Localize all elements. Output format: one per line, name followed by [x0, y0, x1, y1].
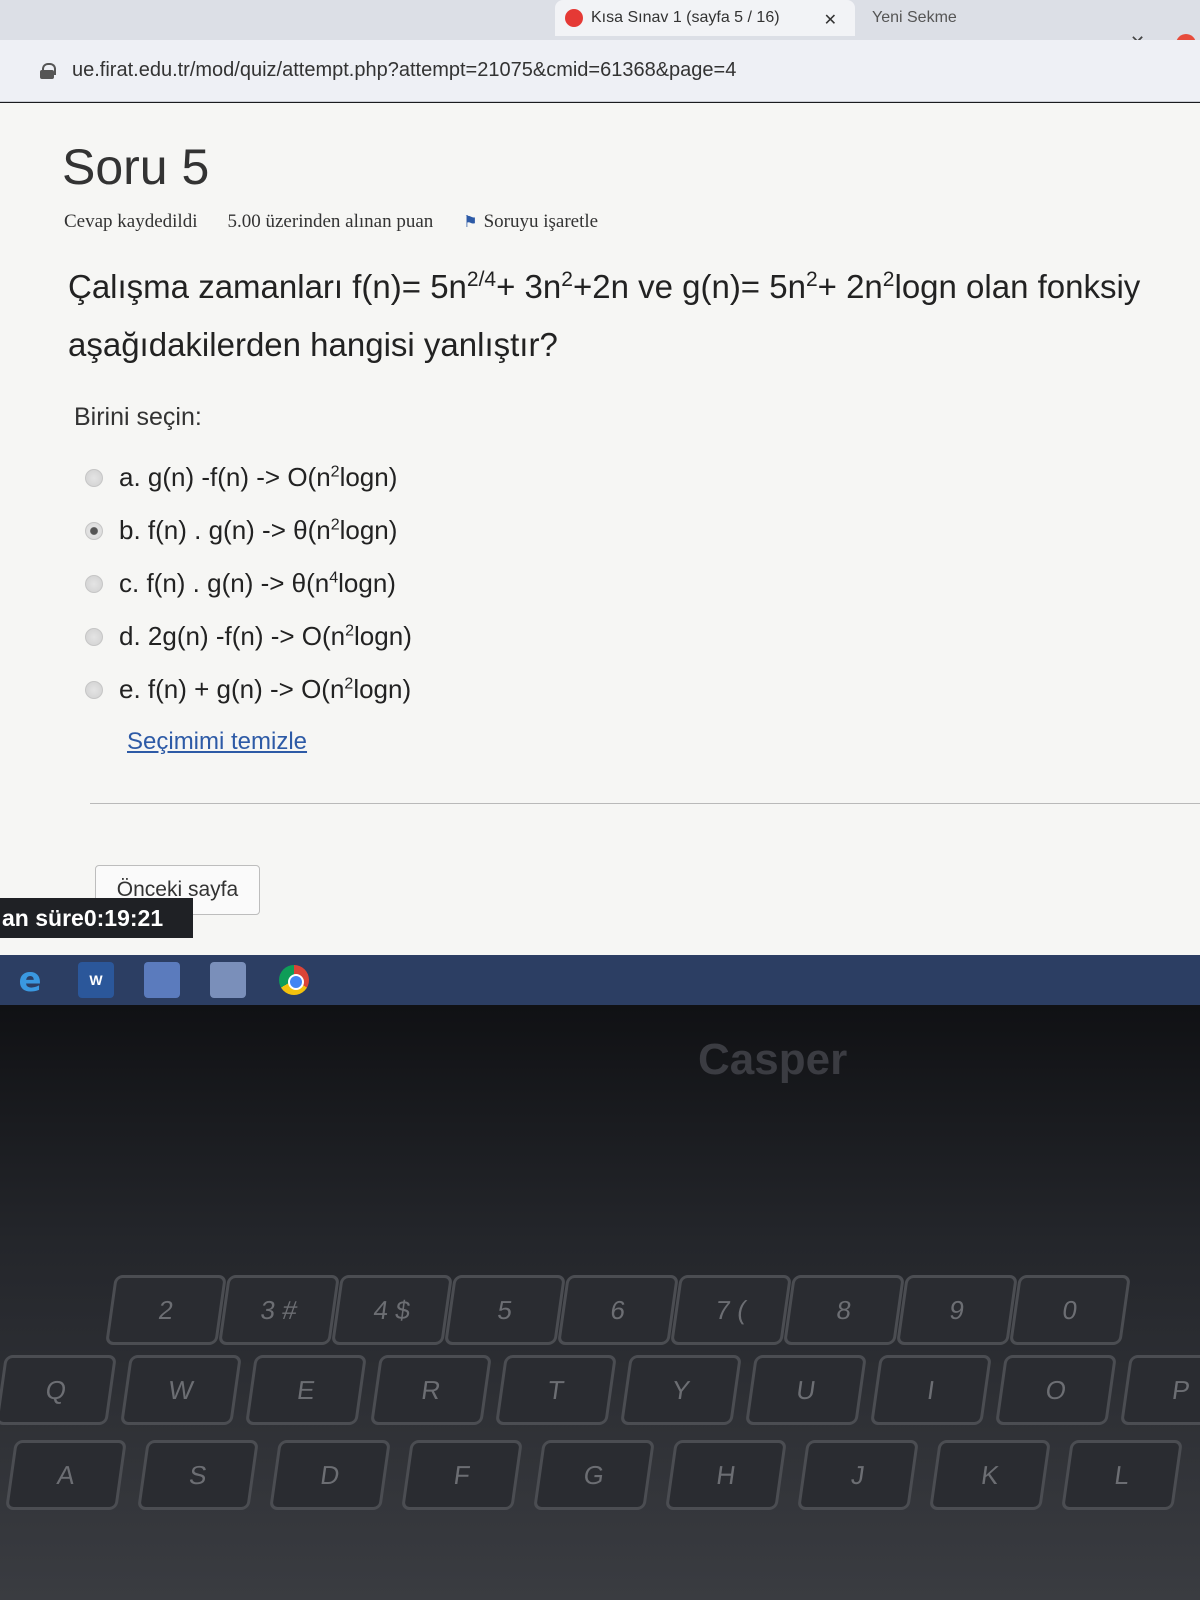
keyboard-key: L: [1061, 1440, 1183, 1510]
favicon-icon: [565, 9, 583, 27]
word-icon[interactable]: W: [78, 962, 114, 998]
option-label: d. 2g(n) -f(n) -> O(n2logn): [119, 621, 412, 651]
divider: [90, 803, 1200, 804]
tab-title-new: Yeni Sekme: [872, 9, 957, 26]
radio-icon[interactable]: [85, 680, 103, 699]
keyboard-key: 9: [896, 1275, 1018, 1345]
keyboard-key: H: [665, 1440, 787, 1510]
taskbar: e W: [0, 955, 1200, 1005]
option-label: b. f(n) . g(n) -> θ(n2logn): [119, 515, 398, 545]
store-icon[interactable]: [144, 962, 180, 998]
keyboard-key: O: [995, 1355, 1117, 1425]
keyboard-key: Y: [620, 1355, 742, 1425]
time-left-value: 0:19:21: [83, 904, 164, 931]
keyboard-key: T: [495, 1355, 617, 1425]
keyboard-key: 5: [444, 1275, 566, 1345]
url-text[interactable]: ue.firat.edu.tr/mod/quiz/attempt.php?att…: [72, 59, 736, 82]
keyboard-key: 7 (: [670, 1275, 792, 1345]
question-info: Cevap kaydedildi 5.00 üzerinden alınan p…: [64, 211, 598, 233]
mail-icon[interactable]: [210, 962, 246, 998]
radio-icon[interactable]: [85, 468, 103, 487]
keyboard-key: W: [120, 1355, 242, 1425]
keyboard-key: D: [269, 1440, 391, 1510]
radio-icon[interactable]: [85, 521, 103, 540]
keyboard-key: 8: [783, 1275, 905, 1345]
answer-option[interactable]: d. 2g(n) -f(n) -> O(n2logn): [85, 610, 412, 663]
keyboard-key: 2: [105, 1275, 227, 1345]
keyboard-key: R: [370, 1355, 492, 1425]
address-bar[interactable]: ue.firat.edu.tr/mod/quiz/attempt.php?att…: [0, 40, 1200, 102]
keyboard-key: P: [1120, 1355, 1200, 1425]
lock-icon: [40, 62, 56, 79]
question-status: Cevap kaydedildi: [64, 211, 198, 232]
keyboard-key: E: [245, 1355, 367, 1425]
answer-option[interactable]: a. g(n) -f(n) -> O(n2logn): [85, 451, 412, 504]
tab-new[interactable]: Yeni Sekme: [870, 0, 1120, 36]
radio-icon[interactable]: [85, 627, 103, 646]
clear-choice-link[interactable]: Seçimimi temizle: [127, 728, 307, 756]
keyboard-key: Q: [0, 1355, 117, 1425]
edge-icon[interactable]: e: [12, 960, 48, 1000]
choose-label: Birini seçin:: [74, 403, 202, 431]
flag-icon: ⚑: [463, 214, 478, 231]
option-label: a. g(n) -f(n) -> O(n2logn): [119, 462, 398, 492]
question-line-1: Çalışma zamanları f(n)= 5n2/4+ 3n2+2n ve…: [68, 268, 1141, 305]
brand-logo: Casper: [698, 1035, 848, 1084]
question-line-2: aşağıdakilerden hangisi yanlıştır?: [68, 326, 558, 363]
keyboard-key: F: [401, 1440, 523, 1510]
keyboard-key: 6: [557, 1275, 679, 1345]
quiz-page: Soru 5 Cevap kaydedildi 5.00 üzerinden a…: [0, 103, 1200, 955]
radio-icon[interactable]: [85, 574, 103, 593]
chrome-icon: [279, 965, 309, 995]
answer-option[interactable]: c. f(n) . g(n) -> θ(n4logn): [85, 557, 412, 610]
keyboard: 23 #4 $5 6 7 (8 9 0 Q W E R T Y U I O P A S D F G H J K L: [0, 1240, 1200, 1600]
photo-screen: Kısa Sınav 1 (sayfa 5 / 16) ✕ Yeni Sekme…: [0, 0, 1200, 1600]
keyboard-key: G: [533, 1440, 655, 1510]
question-grade: 5.00 üzerinden alınan puan: [227, 211, 434, 232]
keyboard-key: 0: [1009, 1275, 1131, 1345]
keyboard-key: S: [137, 1440, 259, 1510]
flag-label: Soruyu işaretle: [483, 211, 599, 232]
answer-options: a. g(n) -f(n) -> O(n2logn) b. f(n) . g(n)…: [85, 451, 412, 716]
answer-option[interactable]: b. f(n) . g(n) -> θ(n2logn): [85, 504, 412, 557]
keyboard-key: 3 #: [218, 1275, 340, 1345]
close-icon[interactable]: ✕: [824, 10, 837, 30]
question-text: Çalışma zamanları f(n)= 5n2/4+ 3n2+2n ve…: [68, 251, 1200, 374]
question-title: Soru 5: [62, 139, 210, 195]
chrome-icon-wrap[interactable]: [276, 962, 312, 998]
answer-option[interactable]: e. f(n) + g(n) -> O(n2logn): [85, 663, 412, 716]
keyboard-key: 4 $: [331, 1275, 453, 1345]
keyboard-key: J: [797, 1440, 919, 1510]
tab-title: Kısa Sınav 1 (sayfa 5 / 16): [591, 9, 780, 26]
option-label: c. f(n) . g(n) -> θ(n4logn): [119, 568, 396, 598]
keyboard-key: K: [929, 1440, 1051, 1510]
keyboard-key: U: [745, 1355, 867, 1425]
tab-quiz[interactable]: Kısa Sınav 1 (sayfa 5 / 16) ✕: [555, 0, 855, 36]
keyboard-key: I: [870, 1355, 992, 1425]
option-label: e. f(n) + g(n) -> O(n2logn): [119, 674, 412, 704]
flag-question-link[interactable]: ⚑ Soruyu işaretle: [463, 211, 598, 233]
keyboard-key: A: [5, 1440, 127, 1510]
tab-bar: Kısa Sınav 1 (sayfa 5 / 16) ✕ Yeni Sekme: [0, 0, 1200, 40]
time-left: an süre 0:19:21: [0, 898, 193, 938]
